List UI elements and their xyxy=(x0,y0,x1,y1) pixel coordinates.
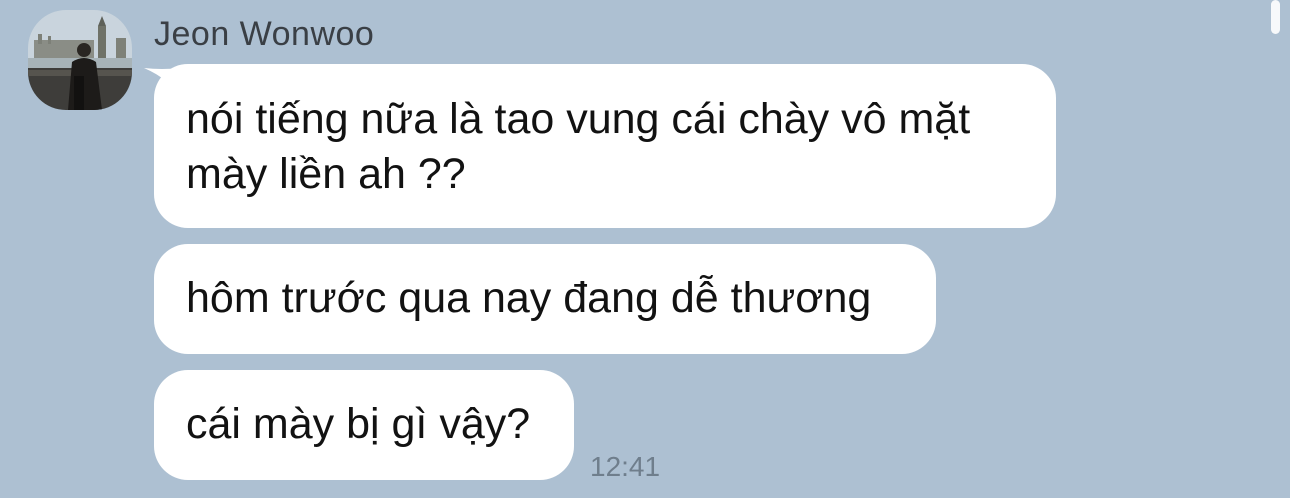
sender-avatar[interactable] xyxy=(28,10,132,110)
profile-photo-london-icon xyxy=(28,10,132,110)
message-timestamp: 12:41 xyxy=(590,451,661,482)
message-bubble[interactable]: cái mày bị gì vậy? xyxy=(154,370,574,480)
message-bubble[interactable]: nói tiếng nữa là tao vung cái chày vô mặ… xyxy=(154,64,1056,228)
chat-area: Jeon Wonwoo nói tiếng nữa là tao vung cá… xyxy=(0,0,1290,498)
sender-name: Jeon Wonwoo xyxy=(154,15,375,53)
scrollbar-thumb[interactable] xyxy=(1271,0,1280,34)
message-bubble[interactable]: hôm trước qua nay đang dễ thương xyxy=(154,244,936,354)
